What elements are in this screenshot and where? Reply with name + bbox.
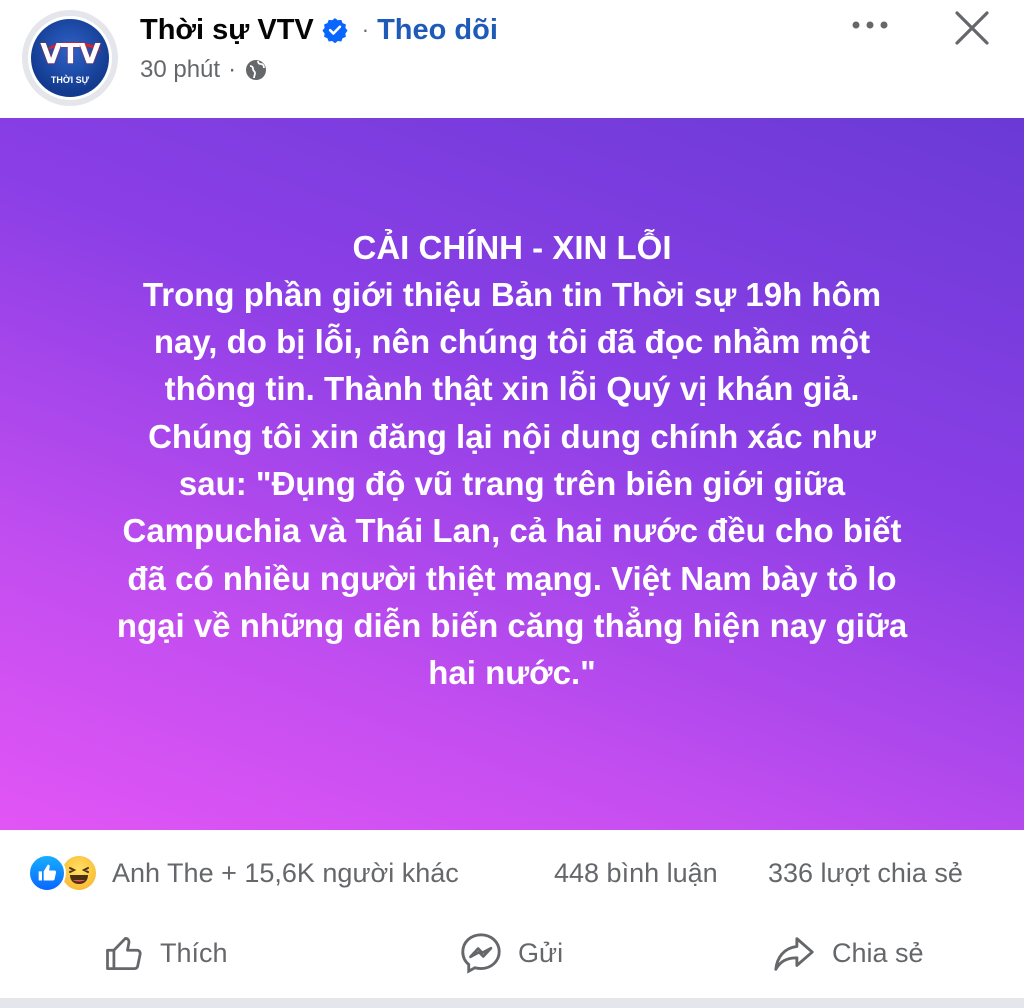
post-text-line: Trong phần giới thiệu Bản tin Thời sự 19… [142, 275, 882, 313]
share-button[interactable]: Chia sẻ [770, 930, 924, 976]
post-text: CẢI CHÍNH - XIN LỖI Trong phần giới thiệ… [62, 224, 962, 697]
messenger-icon [461, 933, 501, 974]
send-label: Gửi [518, 937, 564, 968]
logo-subtitle: THỜI SỰ [50, 75, 90, 85]
page-name[interactable]: Thời sự VTV [140, 14, 314, 47]
like-button[interactable]: Thích [102, 930, 228, 976]
like-label: Thích [160, 937, 228, 968]
post-text-line: thông tin. Thành thật xin lỗi Quý vị khá… [164, 370, 860, 408]
more-options-button[interactable] [846, 10, 894, 40]
follow-button[interactable]: Theo dõi [377, 14, 498, 47]
thumbs-up-icon [106, 936, 142, 970]
post-background-banner[interactable]: CẢI CHÍNH - XIN LỖI Trong phần giới thiệ… [0, 118, 1024, 830]
post-header: VTV THỜI SỰ Thời sự VTV · Theo dõi 30 ph… [0, 0, 1024, 118]
post-actions: Thích Gửi Chia sẻ [0, 918, 1024, 998]
engagement-stats: Anh The + 15,6K người khác 448 bình luận… [0, 830, 1024, 918]
post-text-line: ngại về những diễn biến căng thẳng hiện … [116, 606, 908, 644]
close-button[interactable] [950, 6, 994, 50]
globe-icon [244, 58, 268, 82]
post-text-line: đã có nhiều người thiệt mạng. Việt Nam b… [127, 559, 897, 597]
verified-badge-icon [322, 17, 348, 43]
post-text-line: Chúng tôi xin đăng lại nội dung chính xá… [148, 417, 876, 455]
send-button[interactable]: Gửi [458, 930, 563, 976]
more-options-icon [852, 21, 888, 29]
separator-dot: · [361, 17, 370, 42]
like-reaction-icon [28, 854, 66, 892]
comment-count[interactable]: 448 bình luận [554, 858, 718, 889]
close-icon [955, 11, 989, 45]
post-time[interactable]: 30 phút [140, 56, 220, 84]
vtv-logo: VTV THỜI SỰ [28, 16, 112, 100]
reaction-icons[interactable] [28, 854, 98, 892]
post-text-line: CẢI CHÍNH - XIN LỖI [352, 228, 672, 266]
share-arrow-icon [774, 937, 814, 971]
divider [0, 998, 1024, 1008]
page-avatar[interactable]: VTV THỜI SỰ [22, 10, 118, 106]
logo-text: VTV [40, 37, 100, 70]
meta-separator: · [228, 56, 237, 83]
share-count[interactable]: 336 lượt chia sẻ [768, 858, 963, 889]
post-meta: 30 phút · [140, 54, 268, 86]
post-text-line: hai nước." [428, 654, 596, 692]
post-text-line: sau: "Đụng độ vũ trang trên biên giới gi… [178, 465, 846, 502]
post-text-line: Campuchia và Thái Lan, cả hai nước đều c… [122, 512, 902, 550]
share-label: Chia sẻ [832, 937, 924, 968]
reaction-summary[interactable]: Anh The + 15,6K người khác [112, 858, 459, 889]
post-text-line: nay, do bị lỗi, nên chúng tôi đã đọc nhầ… [153, 323, 871, 361]
name-row: Thời sự VTV · Theo dõi [140, 10, 498, 50]
